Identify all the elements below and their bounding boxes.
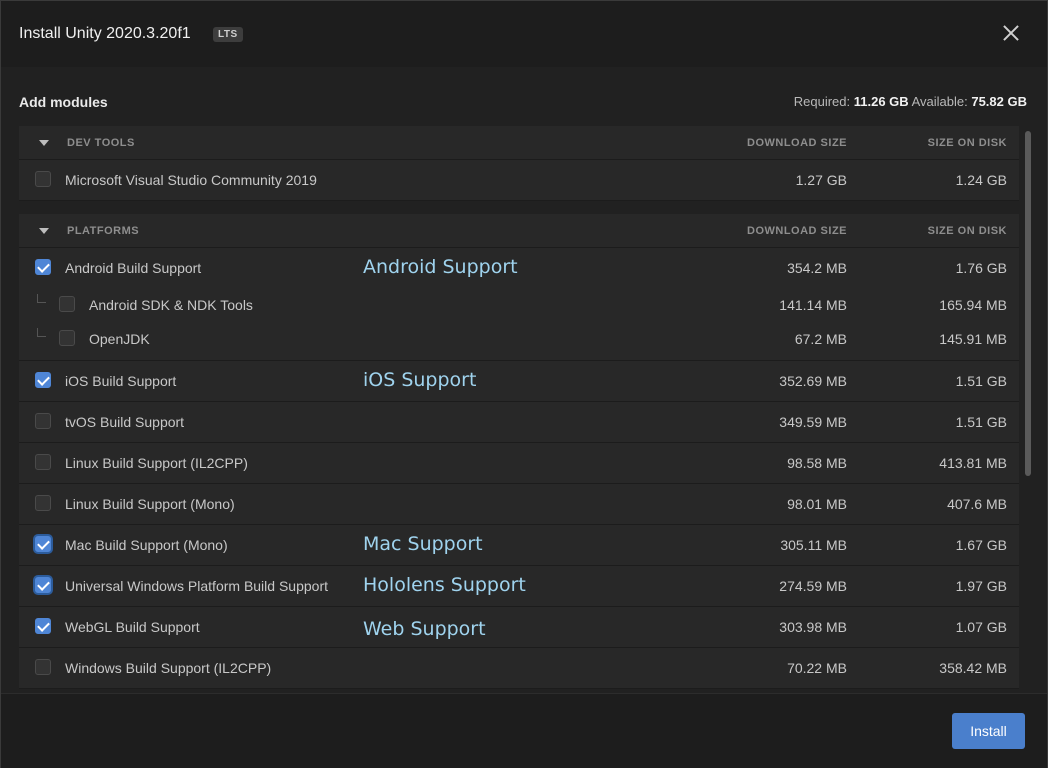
module-label: Android Build Support bbox=[65, 260, 202, 276]
download-size: 303.98 MB bbox=[779, 619, 847, 635]
download-size: 70.22 MB bbox=[787, 660, 847, 676]
title-bar: Install Unity 2020.3.20f1 LTS bbox=[1, 1, 1047, 67]
size-on-disk: 358.42 MB bbox=[939, 660, 1007, 676]
module-row-uwp[interactable]: Universal Windows Platform Build Support… bbox=[19, 566, 1019, 607]
download-size: 305.11 MB bbox=[780, 537, 847, 553]
download-size: 67.2 MB bbox=[794, 331, 847, 347]
column-download-size: DOWNLOAD SIZE bbox=[747, 137, 847, 149]
chevron-down-icon[interactable] bbox=[39, 140, 49, 146]
annotation-label: Mac Support bbox=[363, 533, 483, 555]
module-checkbox[interactable] bbox=[35, 536, 51, 552]
module-label: Microsoft Visual Studio Community 2019 bbox=[65, 172, 317, 188]
footer: Install bbox=[1, 693, 1047, 768]
module-label: OpenJDK bbox=[89, 331, 150, 347]
module-label: Mac Build Support (Mono) bbox=[65, 537, 228, 553]
required-label: Required: bbox=[793, 94, 851, 109]
space-info: Required: 11.26 GB Available: 75.82 GB bbox=[794, 94, 1027, 109]
section-platforms: PLATFORMS DOWNLOAD SIZE SIZE ON DISK And… bbox=[19, 214, 1019, 689]
module-label: tvOS Build Support bbox=[65, 414, 185, 430]
annotation-label: Hololens Support bbox=[363, 574, 526, 596]
module-row-linux-mono[interactable]: Linux Build Support (Mono) 98.01 MB 407.… bbox=[19, 484, 1019, 525]
download-size: 354.2 MB bbox=[787, 260, 847, 276]
module-row-ios[interactable]: iOS Build Support iOS Support 352.69 MB … bbox=[19, 361, 1019, 402]
size-on-disk: 1.24 GB bbox=[955, 172, 1007, 188]
annotation-label: iOS Support bbox=[363, 369, 477, 391]
module-checkbox[interactable] bbox=[35, 495, 51, 511]
module-row-android[interactable]: Android Build Support Android Support 35… bbox=[19, 248, 1019, 288]
module-checkbox[interactable] bbox=[35, 618, 51, 634]
section-title: PLATFORMS bbox=[67, 225, 140, 237]
module-row-linux-il2cpp[interactable]: Linux Build Support (IL2CPP) 98.58 MB 41… bbox=[19, 443, 1019, 484]
section-title: DEV TOOLS bbox=[67, 137, 135, 149]
download-size: 349.59 MB bbox=[779, 414, 847, 430]
download-size: 98.58 MB bbox=[787, 455, 847, 471]
module-label: WebGL Build Support bbox=[65, 619, 200, 635]
module-row-openjdk[interactable]: OpenJDK 67.2 MB 145.91 MB bbox=[19, 322, 1019, 361]
column-size-on-disk: SIZE ON DISK bbox=[927, 137, 1007, 149]
module-checkbox[interactable] bbox=[35, 259, 51, 275]
module-checkbox[interactable] bbox=[35, 372, 51, 388]
module-label: iOS Build Support bbox=[65, 373, 177, 389]
scrollbar-thumb[interactable] bbox=[1025, 131, 1031, 476]
module-checkbox[interactable] bbox=[59, 296, 75, 312]
module-label: Windows Build Support (IL2CPP) bbox=[65, 660, 272, 676]
module-checkbox[interactable] bbox=[35, 454, 51, 470]
module-row-mac-mono[interactable]: Mac Build Support (Mono) Mac Support 305… bbox=[19, 525, 1019, 566]
module-checkbox[interactable] bbox=[35, 171, 51, 187]
section-dev-tools: DEV TOOLS DOWNLOAD SIZE SIZE ON DISK Mic… bbox=[19, 126, 1019, 201]
tree-connector bbox=[37, 328, 46, 337]
dialog-title: Install Unity 2020.3.20f1 bbox=[19, 25, 191, 42]
module-row-tvos[interactable]: tvOS Build Support 349.59 MB 1.51 GB bbox=[19, 402, 1019, 443]
size-on-disk: 1.51 GB bbox=[955, 373, 1007, 389]
size-on-disk: 1.51 GB bbox=[955, 414, 1007, 430]
module-row-visual-studio[interactable]: Microsoft Visual Studio Community 2019 1… bbox=[19, 160, 1019, 201]
module-label: Android SDK & NDK Tools bbox=[89, 297, 253, 313]
download-size: 1.27 GB bbox=[795, 172, 847, 188]
add-modules-heading: Add modules bbox=[19, 94, 108, 110]
chevron-down-icon[interactable] bbox=[39, 228, 49, 234]
module-label: Universal Windows Platform Build Support bbox=[65, 578, 328, 594]
section-header-platforms[interactable]: PLATFORMS DOWNLOAD SIZE SIZE ON DISK bbox=[19, 214, 1019, 248]
size-on-disk: 413.81 MB bbox=[939, 455, 1007, 471]
available-value: 75.82 GB bbox=[971, 94, 1027, 109]
download-size: 352.69 MB bbox=[779, 373, 847, 389]
size-on-disk: 1.67 GB bbox=[955, 537, 1007, 553]
column-download-size: DOWNLOAD SIZE bbox=[747, 225, 847, 237]
available-label: Available: bbox=[911, 94, 968, 109]
install-button[interactable]: Install bbox=[952, 713, 1025, 749]
download-size: 274.59 MB bbox=[779, 578, 847, 594]
module-label: Linux Build Support (IL2CPP) bbox=[65, 455, 248, 471]
module-checkbox[interactable] bbox=[59, 330, 75, 346]
module-checkbox[interactable] bbox=[35, 577, 51, 593]
column-size-on-disk: SIZE ON DISK bbox=[927, 225, 1007, 237]
tree-connector bbox=[37, 294, 46, 303]
size-on-disk: 1.76 GB bbox=[955, 260, 1007, 276]
module-checkbox[interactable] bbox=[35, 659, 51, 675]
close-icon[interactable] bbox=[999, 21, 1023, 45]
annotation-label: Android Support bbox=[363, 256, 518, 278]
section-header-dev-tools[interactable]: DEV TOOLS DOWNLOAD SIZE SIZE ON DISK bbox=[19, 126, 1019, 160]
size-on-disk: 145.91 MB bbox=[939, 331, 1007, 347]
download-size: 141.14 MB bbox=[779, 297, 847, 313]
annotation-label: Web Support bbox=[363, 618, 486, 640]
module-row-webgl[interactable]: WebGL Build Support Web Support 303.98 M… bbox=[19, 607, 1019, 648]
required-value: 11.26 GB bbox=[853, 94, 909, 109]
size-on-disk: 1.07 GB bbox=[955, 619, 1007, 635]
lts-badge: LTS bbox=[213, 27, 243, 42]
install-dialog: Install Unity 2020.3.20f1 LTS Add module… bbox=[0, 0, 1048, 768]
module-row-android-sdk-ndk[interactable]: Android SDK & NDK Tools 141.14 MB 165.94… bbox=[19, 288, 1019, 322]
size-on-disk: 165.94 MB bbox=[939, 297, 1007, 313]
module-label: Linux Build Support (Mono) bbox=[65, 496, 235, 512]
module-checkbox[interactable] bbox=[35, 413, 51, 429]
size-on-disk: 407.6 MB bbox=[947, 496, 1007, 512]
size-on-disk: 1.97 GB bbox=[955, 578, 1007, 594]
module-row-windows-il2cpp[interactable]: Windows Build Support (IL2CPP) 70.22 MB … bbox=[19, 648, 1019, 689]
download-size: 98.01 MB bbox=[787, 496, 847, 512]
